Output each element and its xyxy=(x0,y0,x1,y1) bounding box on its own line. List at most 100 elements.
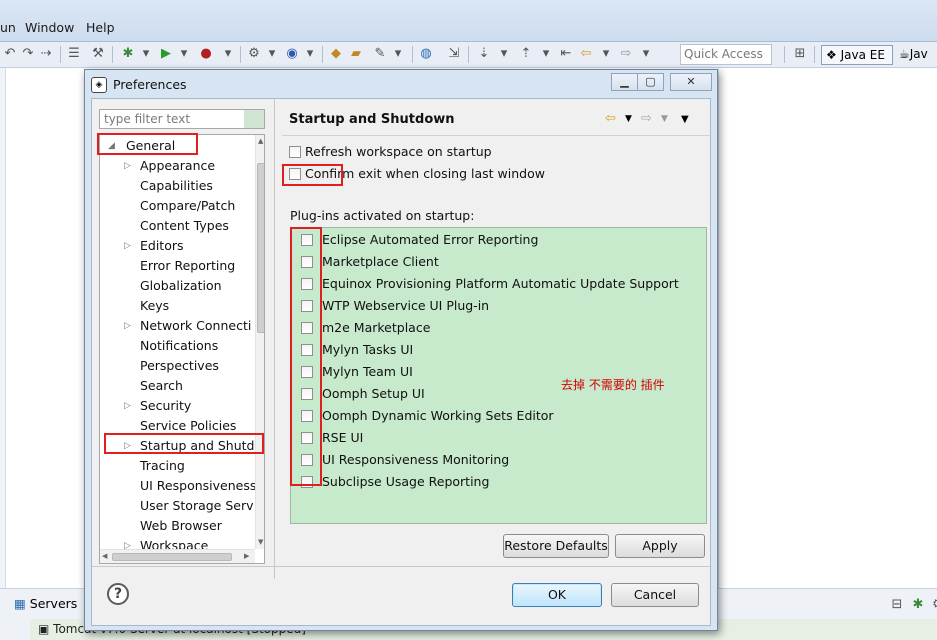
tree-item[interactable]: ▷ Editors xyxy=(124,236,184,256)
help-icon[interactable]: ? xyxy=(107,583,129,605)
dropdown-icon[interactable]: ▾ xyxy=(538,46,554,62)
new-class-icon[interactable]: ◉ xyxy=(284,46,300,62)
open-type-icon[interactable]: ◆ xyxy=(328,46,344,62)
prev-annotation-icon[interactable]: ⇡ xyxy=(518,46,534,62)
run-icon[interactable]: ▶ xyxy=(158,46,174,62)
redo-icon[interactable]: ↷ xyxy=(20,46,36,62)
minimize-button[interactable]: ▁ xyxy=(611,73,638,91)
forward-arrow-icon[interactable]: ⇨ xyxy=(641,111,652,126)
plugin-row[interactable]: Eclipse Automated Error Reporting xyxy=(301,230,701,250)
dialog-titlebar[interactable]: ◈ Preferences ▁ ▢ ✕ xyxy=(85,70,717,98)
back-icon[interactable]: ⇦ xyxy=(578,46,594,62)
tree-item-label: Keys xyxy=(140,298,170,313)
expand-arrow-icon[interactable]: ▷ xyxy=(124,156,131,176)
tree-item[interactable]: Content Types xyxy=(124,216,229,236)
sash[interactable] xyxy=(274,99,275,579)
publish-icon[interactable]: ⊟ xyxy=(889,597,905,613)
plugin-row[interactable]: Mylyn Tasks UI xyxy=(301,340,701,360)
plugin-row[interactable]: m2e Marketplace xyxy=(301,318,701,338)
menu-help[interactable]: Help xyxy=(86,20,115,35)
perspective-java-ee[interactable]: ❖ Java EE xyxy=(821,45,893,65)
servers-tab[interactable]: ▦ Servers xyxy=(14,596,77,611)
tree-item[interactable]: User Storage Serv xyxy=(124,496,254,516)
search-tool-icon[interactable]: ✎ xyxy=(372,46,388,62)
tree-item[interactable]: Tracing xyxy=(124,456,185,476)
start-debug-icon[interactable]: ✱ xyxy=(910,597,926,613)
dropdown-icon[interactable]: ▾ xyxy=(598,46,614,62)
scroll-down-icon[interactable]: ▼ xyxy=(258,538,263,546)
external-tools-icon[interactable]: ● xyxy=(198,46,214,62)
annotation-icon[interactable]: ⇲ xyxy=(446,46,462,62)
undo-icon[interactable]: ↶ xyxy=(2,46,18,62)
dropdown-icon[interactable]: ▾ xyxy=(138,46,154,62)
editor-area xyxy=(718,68,937,588)
nav-icon[interactable]: ⇢ xyxy=(38,46,54,62)
tree-item[interactable]: ▷ Appearance xyxy=(124,156,215,176)
plugin-row[interactable]: UI Responsiveness Monitoring xyxy=(301,450,701,470)
list-icon[interactable]: ☰ xyxy=(66,46,82,62)
dropdown-icon[interactable]: ▾ xyxy=(390,46,406,62)
restore-defaults-button[interactable]: Restore Defaults xyxy=(503,534,609,558)
menu-run[interactable]: un xyxy=(0,20,16,35)
apply-button[interactable]: Apply xyxy=(615,534,705,558)
tree-item[interactable]: Perspectives xyxy=(124,356,219,376)
ok-button[interactable]: OK xyxy=(512,583,602,607)
close-button[interactable]: ✕ xyxy=(670,73,712,91)
tree-horizontal-scrollbar[interactable]: ◀ ▶ xyxy=(100,549,255,563)
quick-access-input[interactable]: Quick Access xyxy=(680,44,772,65)
start-icon[interactable]: ⚙ xyxy=(930,597,937,613)
scroll-up-icon[interactable]: ▲ xyxy=(258,137,263,145)
dropdown-icon[interactable]: ▾ xyxy=(176,46,192,62)
expand-arrow-icon[interactable]: ▷ xyxy=(124,236,131,256)
plugin-row[interactable]: WTP Webservice UI Plug-in xyxy=(301,296,701,316)
plugin-row[interactable]: Equinox Provisioning Platform Automatic … xyxy=(301,274,701,294)
scroll-left-icon[interactable]: ◀ xyxy=(102,552,107,560)
tree-item[interactable]: ▷ Security xyxy=(124,396,191,416)
plugin-row[interactable]: Subclipse Usage Reporting xyxy=(301,472,701,492)
dropdown-icon[interactable]: ▾ xyxy=(220,46,236,62)
back-menu-icon[interactable]: ▼ xyxy=(625,114,632,124)
tree-item[interactable]: ▷ Network Connecti xyxy=(124,316,251,336)
forward-menu-icon[interactable]: ▼ xyxy=(661,114,668,124)
filter-input[interactable] xyxy=(99,109,265,129)
tree-item[interactable]: Keys xyxy=(124,296,169,316)
dropdown-icon[interactable]: ▾ xyxy=(264,46,280,62)
maximize-button[interactable]: ▢ xyxy=(637,73,664,91)
tree-item[interactable]: Capabilities xyxy=(124,176,213,196)
last-edit-icon[interactable]: ⇤ xyxy=(558,46,574,62)
tree-item[interactable]: Error Reporting xyxy=(124,256,235,276)
perspective-java[interactable]: ☕Jav xyxy=(899,47,928,61)
dropdown-icon[interactable]: ▾ xyxy=(496,46,512,62)
next-annotation-icon[interactable]: ⇣ xyxy=(476,46,492,62)
cancel-button[interactable]: Cancel xyxy=(611,583,699,607)
checkbox[interactable] xyxy=(289,146,301,158)
debug-icon[interactable]: ✱ xyxy=(120,46,136,62)
new-server-icon[interactable]: ⚙ xyxy=(246,46,262,62)
scroll-thumb[interactable] xyxy=(112,553,232,561)
build-icon[interactable]: ⚒ xyxy=(90,46,106,62)
expand-arrow-icon[interactable]: ▷ xyxy=(124,396,131,416)
plugin-row[interactable]: RSE UI xyxy=(301,428,701,448)
clear-filter-icon[interactable] xyxy=(244,110,264,128)
plugin-row[interactable]: Oomph Dynamic Working Sets Editor xyxy=(301,406,701,426)
tree-item[interactable]: UI Responsiveness xyxy=(124,476,256,496)
open-perspective-icon[interactable]: ⊞ xyxy=(792,46,808,62)
tree-item[interactable]: Compare/Patch xyxy=(124,196,235,216)
tree-item[interactable]: Search xyxy=(124,376,183,396)
back-arrow-icon[interactable]: ⇦ xyxy=(605,111,616,126)
dropdown-icon[interactable]: ▾ xyxy=(302,46,318,62)
tree-item[interactable]: Web Browser xyxy=(124,516,222,536)
expand-arrow-icon[interactable]: ▷ xyxy=(124,316,131,336)
scroll-thumb[interactable] xyxy=(257,163,264,333)
tree-vertical-scrollbar[interactable]: ▲ ▼ xyxy=(255,135,264,549)
tree-item[interactable]: Notifications xyxy=(124,336,218,356)
globe-icon[interactable]: ◍ xyxy=(418,46,434,62)
tree-item[interactable]: Globalization xyxy=(124,276,222,296)
menu-window[interactable]: Window xyxy=(25,20,74,35)
forward-icon[interactable]: ⇨ xyxy=(618,46,634,62)
dropdown-icon[interactable]: ▾ xyxy=(638,46,654,62)
plugin-row[interactable]: Marketplace Client xyxy=(301,252,701,272)
view-menu-icon[interactable]: ▼ xyxy=(681,114,689,125)
scroll-right-icon[interactable]: ▶ xyxy=(244,552,249,560)
open-folder-icon[interactable]: ▰ xyxy=(348,46,364,62)
